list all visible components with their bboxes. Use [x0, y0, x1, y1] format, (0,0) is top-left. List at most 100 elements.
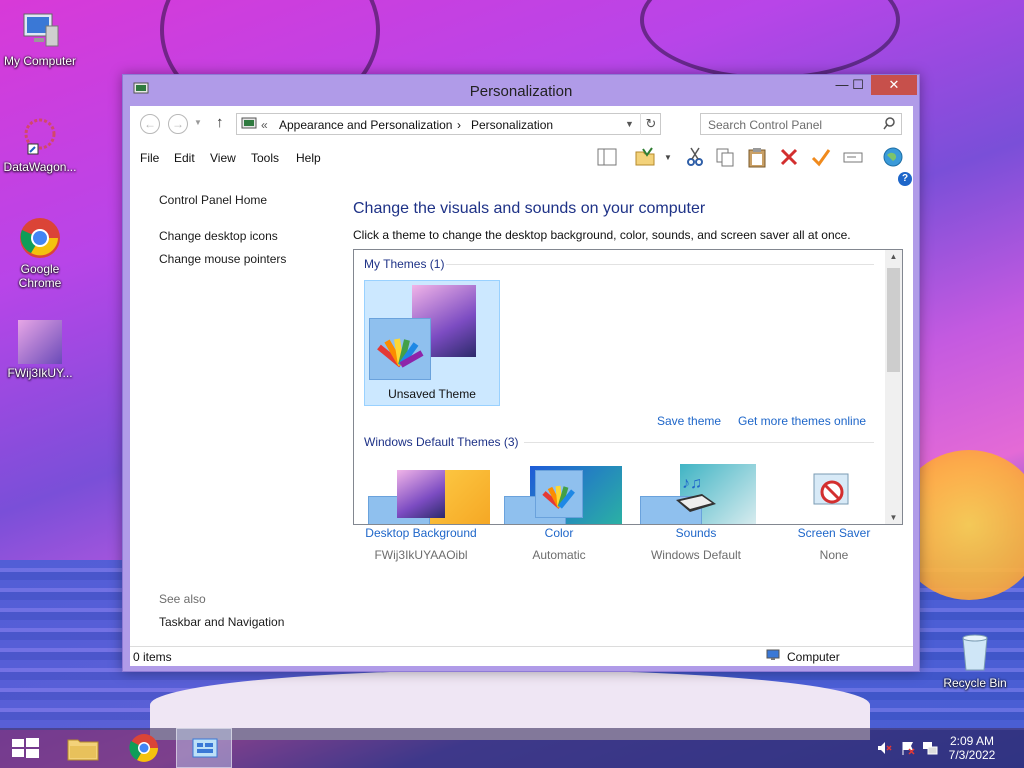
title-bar[interactable]: Personalization — ☐ ✕: [123, 75, 919, 105]
screen-saver-value: None: [819, 548, 849, 562]
address-dropdown-icon[interactable]: ▼: [625, 119, 634, 129]
back-button[interactable]: ←: [140, 114, 160, 134]
change-mouse-pointers-link[interactable]: Change mouse pointers: [159, 252, 286, 266]
address-bar[interactable]: « Appearance and Personalization › Perso…: [236, 113, 661, 135]
color-item[interactable]: Color Automatic: [484, 470, 634, 562]
screen-saver-item[interactable]: Screen Saver None: [759, 470, 909, 562]
change-desktop-icons-link[interactable]: Change desktop icons: [159, 229, 278, 243]
color-icon: [535, 470, 583, 518]
desktop-icon-recycle-bin[interactable]: Recycle Bin: [935, 630, 1015, 690]
system-clock[interactable]: 2:09 AM 7/3/2022: [942, 734, 1002, 762]
taskbar: 2:09 AM 7/3/2022: [0, 728, 1024, 768]
web-globe-icon[interactable]: [882, 146, 904, 168]
volume-muted-icon[interactable]: [876, 740, 892, 756]
datawagon-shortcut-icon: [18, 114, 62, 158]
sounds-icon: ♪♫: [672, 470, 720, 518]
page-description: Click a theme to change the desktop back…: [353, 228, 851, 242]
wallpaper-line-art: [640, 0, 900, 80]
search-icon[interactable]: [883, 117, 895, 134]
status-location: Computer: [787, 650, 840, 664]
desktop-icon-datawagon[interactable]: DataWagon...: [0, 114, 80, 174]
desktop-icon-my-computer[interactable]: My Computer: [0, 8, 80, 68]
status-bar: 0 items Computer: [130, 646, 913, 666]
rename-icon[interactable]: [842, 146, 864, 168]
color-link[interactable]: Color: [484, 526, 634, 540]
page-title: Change the visuals and sounds on your co…: [353, 200, 706, 217]
image-thumbnail-icon: [18, 320, 62, 364]
menu-bar: File Edit View Tools Help ▼ ?: [130, 142, 913, 186]
sounds-item[interactable]: ♪♫ Sounds Windows Default: [621, 470, 771, 562]
sounds-value: Windows Default: [650, 548, 742, 562]
group-divider: [524, 442, 874, 443]
menu-view[interactable]: View: [210, 151, 236, 165]
status-item-count: 0 items: [133, 650, 172, 664]
forward-button[interactable]: →: [168, 114, 188, 134]
breadcrumb-overflow[interactable]: «: [261, 118, 268, 132]
clock-date: 7/3/2022: [948, 748, 996, 762]
window-title: Personalization: [469, 83, 573, 100]
see-also-heading: See also: [159, 592, 206, 606]
screen-saver-icon: [810, 470, 858, 518]
menu-help[interactable]: Help: [296, 151, 321, 165]
window-client-area: ← → ▼ ↑ « Appearance and Personalization…: [130, 106, 913, 666]
recent-locations-chevron-icon[interactable]: ▼: [194, 118, 202, 127]
search-input[interactable]: Search Control Panel: [708, 118, 822, 132]
chrome-taskbar-icon[interactable]: [116, 728, 172, 768]
network-icon[interactable]: [922, 740, 938, 756]
chrome-icon: [18, 216, 62, 260]
copy-icon[interactable]: [714, 146, 736, 168]
maximize-button[interactable]: ☐: [843, 75, 873, 95]
theme-name: Unsaved Theme: [388, 387, 476, 401]
desktop-background-value: FWij3IkUYAAOibl: [374, 548, 468, 562]
desktop-icon-image-file[interactable]: FWij3IkUY...: [0, 320, 80, 380]
save-theme-link[interactable]: Save theme: [657, 414, 721, 428]
desktop-background-icon: [397, 470, 445, 518]
menu-edit[interactable]: Edit: [174, 151, 195, 165]
get-more-themes-link[interactable]: Get more themes online: [738, 414, 866, 428]
action-center-flag-icon[interactable]: [900, 740, 916, 756]
svg-text:♪♫: ♪♫: [682, 475, 702, 492]
color-value: Automatic: [532, 548, 586, 562]
start-button[interactable]: [0, 728, 56, 768]
color-swatch-icon: [369, 318, 431, 380]
folder-options-icon[interactable]: [634, 146, 656, 168]
my-themes-header[interactable]: My Themes (1): [364, 257, 444, 271]
breadcrumb-appearance[interactable]: Appearance and Personalization: [279, 118, 452, 132]
help-icon[interactable]: ?: [898, 172, 912, 186]
screen-saver-link[interactable]: Screen Saver: [759, 526, 909, 540]
scroll-up-icon[interactable]: ▲: [885, 252, 902, 261]
toolbar-dropdown-icon[interactable]: ▼: [664, 153, 672, 162]
computer-small-icon: [766, 649, 780, 661]
menu-file[interactable]: File: [140, 151, 159, 165]
close-button[interactable]: ✕: [871, 75, 917, 95]
clock-time: 2:09 AM: [949, 734, 995, 748]
control-panel-small-icon: [241, 117, 257, 131]
paste-icon[interactable]: [746, 146, 768, 168]
computer-icon: [18, 8, 62, 52]
default-themes-header[interactable]: Windows Default Themes (3): [364, 435, 519, 449]
scroll-thumb[interactable]: [887, 268, 900, 372]
desktop-background-item[interactable]: Desktop Background FWij3IkUYAAOibl: [346, 470, 496, 562]
file-explorer-taskbar-icon[interactable]: [56, 728, 112, 768]
control-panel-taskbar-icon[interactable]: [176, 728, 232, 768]
refresh-icon[interactable]: ↻: [640, 113, 661, 135]
layout-pane-icon[interactable]: [596, 146, 618, 168]
breadcrumb-arrow-icon[interactable]: ›: [457, 118, 461, 132]
recycle-bin-icon: [953, 630, 997, 674]
sounds-link[interactable]: Sounds: [621, 526, 771, 540]
desktop-icon-google-chrome[interactable]: Google Chrome: [0, 216, 80, 290]
breadcrumb-personalization[interactable]: Personalization: [471, 118, 553, 132]
delete-icon[interactable]: [778, 146, 800, 168]
cut-icon[interactable]: [684, 146, 706, 168]
menu-tools[interactable]: Tools: [251, 151, 279, 165]
up-button[interactable]: ↑: [216, 114, 224, 131]
navigation-bar: ← → ▼ ↑ « Appearance and Personalization…: [130, 106, 913, 142]
desktop-background-link[interactable]: Desktop Background: [346, 526, 496, 540]
taskbar-navigation-link[interactable]: Taskbar and Navigation: [159, 615, 284, 629]
search-box[interactable]: Search Control Panel: [700, 113, 902, 135]
group-divider: [446, 264, 874, 265]
personalization-window: Personalization — ☐ ✕ ← → ▼ ↑ « Appearan…: [122, 74, 920, 672]
theme-unsaved[interactable]: Unsaved Theme: [364, 280, 500, 406]
properties-check-icon[interactable]: [810, 146, 832, 168]
control-panel-home-link[interactable]: Control Panel Home: [159, 193, 267, 207]
